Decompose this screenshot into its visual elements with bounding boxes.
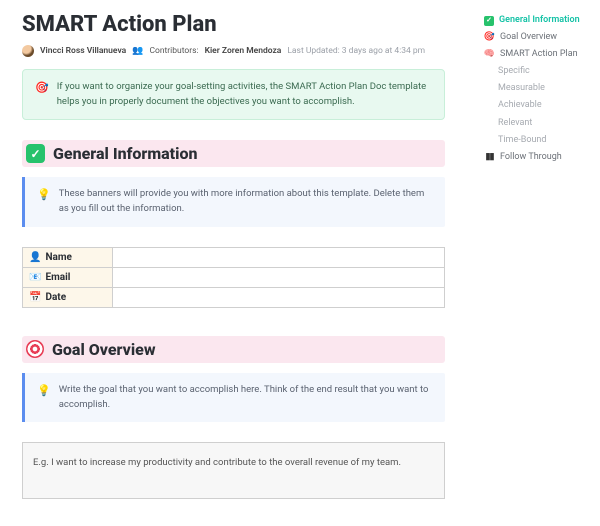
lightbulb-icon: 💡: [37, 187, 51, 202]
outline-item-achievable[interactable]: Achievable: [482, 97, 600, 114]
outline-item-specific[interactable]: Specific: [482, 63, 600, 80]
outline-item-goal[interactable]: 🎯 Goal Overview: [482, 29, 600, 46]
goal-input-box[interactable]: E.g. I want to increase my productivity …: [22, 442, 445, 499]
table-row: 📧 Email: [23, 267, 445, 287]
check-icon: ✓: [484, 16, 494, 26]
outline-label: Follow Through: [500, 149, 562, 166]
lightbulb-icon: 💡: [37, 383, 51, 398]
goal-callout: 💡 Write the goal that you want to accomp…: [22, 373, 445, 422]
outline-item-timebound[interactable]: Time-Bound: [482, 132, 600, 149]
meta-row: Vincci Ross Villanueva 👥 Contributors: K…: [22, 45, 445, 57]
date-label-cell: 📅 Date: [23, 287, 113, 307]
contributors-label: Contributors:: [149, 46, 198, 56]
outline-label: General Information: [499, 12, 580, 29]
outline-label: Relevant: [498, 115, 532, 132]
name-value-cell[interactable]: [113, 247, 445, 267]
outline-item-relevant[interactable]: Relevant: [482, 115, 600, 132]
general-callout: 💡 These banners will provide you with mo…: [22, 177, 445, 226]
outline-label: Goal Overview: [500, 29, 557, 46]
last-updated: Last Updated: 3 days ago at 4:34 pm: [287, 46, 425, 56]
target-icon: 🎯: [35, 80, 49, 95]
outline-label: Time-Bound: [498, 132, 546, 149]
section-heading-general: ✓ General Information: [22, 140, 445, 167]
outline-label: Specific: [498, 63, 530, 80]
email-icon: 📧: [29, 272, 41, 283]
bullseye-icon: [26, 340, 44, 358]
name-label-cell: 👤 Name: [23, 247, 113, 267]
calendar-icon: 📅: [29, 292, 41, 303]
outline-item-follow[interactable]: ▮▮ Follow Through: [482, 149, 600, 166]
goal-callout-text: Write the goal that you want to accompli…: [59, 383, 433, 412]
email-label-cell: 📧 Email: [23, 267, 113, 287]
outline-label: Achievable: [498, 97, 542, 114]
intro-callout-text: If you want to organize your goal-settin…: [57, 80, 432, 109]
author-name: Vincci Ross Villanueva: [40, 46, 126, 56]
people-icon: 👥: [132, 46, 143, 56]
section-heading-goal: Goal Overview: [22, 336, 445, 363]
outline-panel: ✓ General Information 🎯 Goal Overview 🧠 …: [482, 12, 600, 166]
general-heading-text: General Information: [53, 144, 197, 163]
name-label: Name: [45, 252, 71, 263]
table-row: 👤 Name: [23, 247, 445, 267]
table-row: 📅 Date: [23, 287, 445, 307]
page-title: SMART Action Plan: [22, 12, 445, 37]
outline-label: Measurable: [498, 80, 545, 97]
brain-icon: 🧠: [484, 46, 495, 63]
date-value-cell[interactable]: [113, 287, 445, 307]
avatar: [22, 45, 34, 57]
outline-item-general[interactable]: ✓ General Information: [482, 12, 600, 29]
person-icon: 👤: [29, 252, 41, 263]
email-value-cell[interactable]: [113, 267, 445, 287]
info-table: 👤 Name 📧 Email 📅 Date: [22, 247, 445, 308]
check-icon: ✓: [26, 144, 45, 163]
outline-item-measurable[interactable]: Measurable: [482, 80, 600, 97]
goal-heading-text: Goal Overview: [52, 340, 156, 359]
outline-item-plan[interactable]: 🧠 SMART Action Plan: [482, 46, 600, 63]
outline-label: SMART Action Plan: [500, 46, 578, 63]
intro-callout: 🎯 If you want to organize your goal-sett…: [22, 69, 445, 120]
bullseye-icon: 🎯: [484, 29, 495, 46]
bars-icon: ▮▮: [484, 149, 495, 166]
email-label: Email: [45, 272, 70, 283]
main-content: SMART Action Plan Vincci Ross Villanueva…: [0, 0, 445, 499]
date-label: Date: [45, 292, 66, 303]
contributor-name: Kier Zoren Mendoza: [205, 46, 282, 56]
general-callout-text: These banners will provide you with more…: [59, 187, 433, 216]
